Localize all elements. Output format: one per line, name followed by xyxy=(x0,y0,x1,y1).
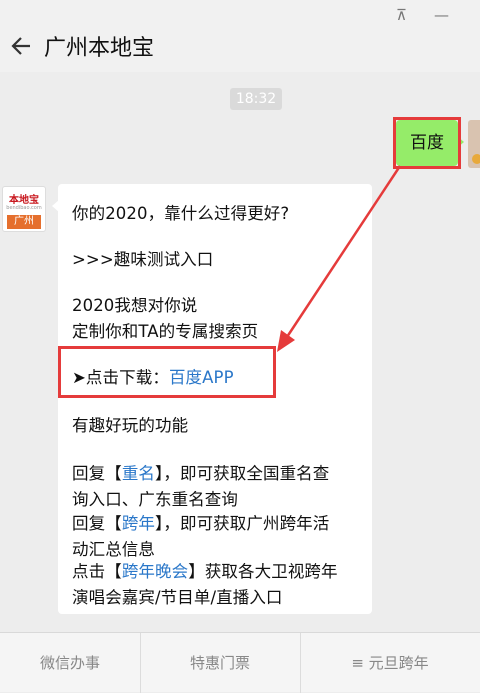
menu-discount-tickets[interactable]: 特惠门票 xyxy=(150,633,290,693)
reply-line: 2020我想对你说 xyxy=(72,292,197,316)
reply-line: 回复【重名】，即可获取全国重名查 xyxy=(72,460,329,484)
reply-line: 有趣好玩的功能 xyxy=(72,412,188,436)
reply-text-segment: 】，即可获取全国重名查 xyxy=(155,464,330,483)
pin-icon[interactable]: ⊼ xyxy=(396,6,407,24)
reply-line: 点击【跨年晚会】获取各大卫视跨年 xyxy=(72,558,338,582)
reply-text-segment: 动汇总信息 xyxy=(72,540,155,559)
reply-text-segment: 你的2020，靠什么过得更好? xyxy=(72,204,290,223)
reply-text-segment: 2020我想对你说 xyxy=(72,296,198,315)
reply-line: 动汇总信息 xyxy=(72,536,155,560)
menu-new-year[interactable]: ≡ 元旦跨年 xyxy=(320,633,460,693)
reply-text-segment: 点击【 xyxy=(72,562,122,581)
reply-line: >>>趣味测试入口 xyxy=(72,246,213,270)
reply-text-segment: 回复【 xyxy=(72,514,122,533)
reply-line: 询入口、广东重名查询 xyxy=(72,486,238,510)
highlight-box-download xyxy=(58,346,276,398)
user-avatar[interactable] xyxy=(468,120,480,168)
reply-text-segment: 询入口、广东重名查询 xyxy=(72,490,238,509)
reply-text-segment: 有趣好玩的功能 xyxy=(72,416,189,435)
reply-text-segment: 回复【 xyxy=(72,464,122,483)
reply-link[interactable]: 跨年 xyxy=(122,514,155,533)
reply-line: 回复【跨年】，即可获取广州跨年活 xyxy=(72,510,329,534)
reply-text-segment: 演唱会嘉宾/节目单/直播入口 xyxy=(72,588,283,607)
reply-line: 定制你和TA的专属搜索页 xyxy=(72,318,258,342)
menu-divider xyxy=(140,633,141,693)
reply-text-segment: >>>趣味测试入口 xyxy=(72,250,214,269)
back-arrow-icon[interactable] xyxy=(10,36,32,56)
minimize-icon[interactable]: — xyxy=(434,6,449,24)
menu-divider xyxy=(300,633,301,693)
menu-wechat-services[interactable]: 微信办事 xyxy=(0,633,140,693)
avatar-site-text: bendibao.com xyxy=(6,205,42,211)
chat-title: 广州本地宝 xyxy=(44,36,155,61)
reply-text-segment: 】获取各大卫视跨年 xyxy=(188,562,338,581)
reply-link[interactable]: 跨年晚会 xyxy=(122,562,188,581)
bottom-menu-bar: 微信办事 特惠门票 ≡ 元旦跨年 xyxy=(0,632,480,693)
reply-text-segment: 定制你和TA的专属搜索页 xyxy=(72,322,259,341)
account-avatar[interactable]: 本地宝 bendibao.com 广州 xyxy=(2,186,46,232)
reply-line: 演唱会嘉宾/节目单/直播入口 xyxy=(72,584,283,608)
reply-line: 你的2020，靠什么过得更好? xyxy=(72,200,289,224)
highlight-box-sent xyxy=(393,117,461,169)
reply-text-segment: 】，即可获取广州跨年活 xyxy=(155,514,330,533)
title-bar: ⊼ — 广州本地宝 xyxy=(0,0,480,72)
timestamp: 18:32 xyxy=(230,88,282,110)
reply-link[interactable]: 重名 xyxy=(122,464,155,483)
avatar-logo-text: 本地宝 xyxy=(9,195,39,206)
avatar-city-label: 广州 xyxy=(7,215,41,229)
